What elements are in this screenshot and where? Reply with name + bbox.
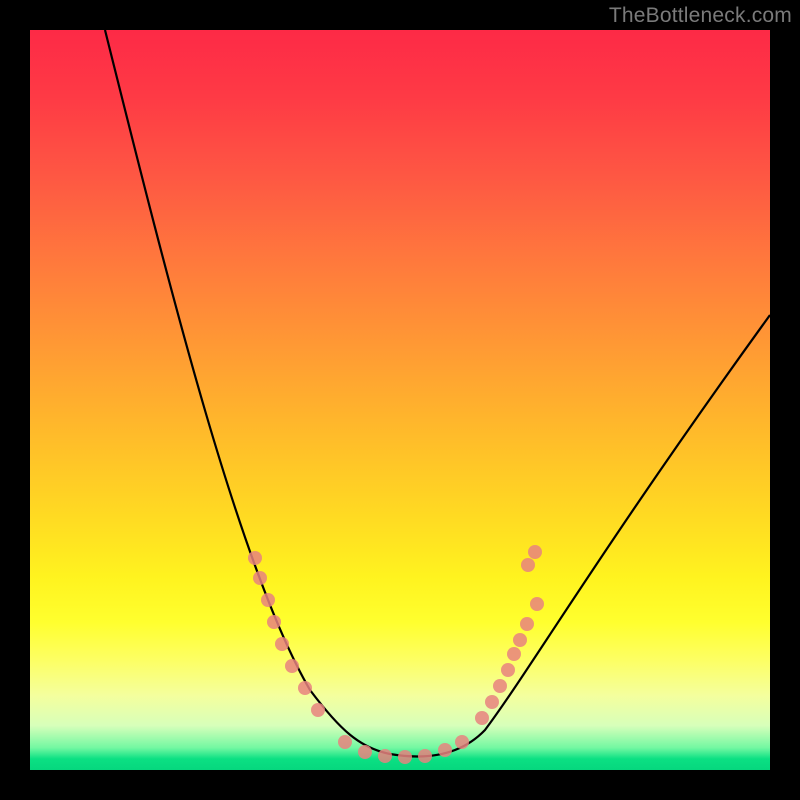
- marker-dot: [398, 750, 412, 764]
- marker-dot: [298, 681, 312, 695]
- plot-area: [30, 30, 770, 770]
- marker-dot: [248, 551, 262, 565]
- marker-dot: [267, 615, 281, 629]
- marker-dot: [520, 617, 534, 631]
- curve-svg: [30, 30, 770, 770]
- watermark-text: TheBottleneck.com: [609, 4, 792, 28]
- marker-dot: [530, 597, 544, 611]
- marker-dot: [528, 545, 542, 559]
- marker-dot: [418, 749, 432, 763]
- marker-dot: [501, 663, 515, 677]
- marker-dot: [358, 745, 372, 759]
- marker-dot: [438, 743, 452, 757]
- marker-dot: [475, 711, 489, 725]
- marker-dot: [493, 679, 507, 693]
- marker-dot: [521, 558, 535, 572]
- marker-dot: [378, 749, 392, 763]
- marker-dot: [485, 695, 499, 709]
- marker-dot: [455, 735, 469, 749]
- chart-frame: TheBottleneck.com: [0, 0, 800, 800]
- marker-dot: [513, 633, 527, 647]
- marker-dot: [285, 659, 299, 673]
- marker-dot: [253, 571, 267, 585]
- marker-dot: [338, 735, 352, 749]
- marker-dot: [311, 703, 325, 717]
- marker-dot: [261, 593, 275, 607]
- marker-dot: [275, 637, 289, 651]
- bottleneck-curve: [105, 30, 770, 756]
- marker-dot: [507, 647, 521, 661]
